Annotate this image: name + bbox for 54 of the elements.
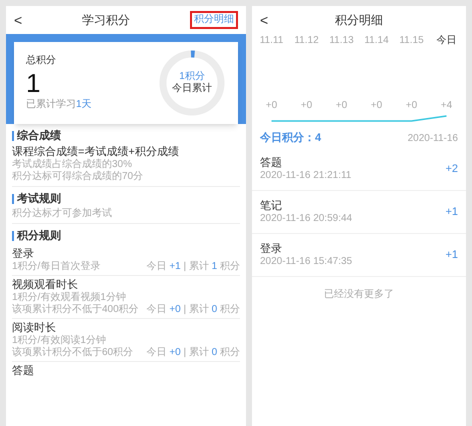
gain-label: +0	[404, 100, 418, 112]
section-title: 积分规则	[17, 229, 61, 243]
section-title: 综合成绩	[17, 129, 61, 143]
date-tab[interactable]: 今日	[429, 34, 464, 48]
gain-label: +0	[300, 100, 314, 112]
record-name: 答题	[260, 156, 283, 170]
date-tab[interactable]: 11.15	[394, 34, 429, 48]
detail-link[interactable]: 积分明细	[190, 11, 238, 29]
back-button[interactable]: <	[14, 13, 22, 27]
record-points: +1	[445, 204, 458, 220]
points-summary: 今日 +0 | 累计 0 积分	[146, 347, 240, 359]
rule-note: 积分达标可得综合成绩的70分	[12, 171, 144, 183]
record-time: 2020-11-16 20:59:44	[260, 213, 352, 225]
rule-note: 该项累计积分不低于400积分	[12, 304, 139, 316]
total-score: 1	[26, 67, 42, 99]
rule-name: 阅读时长	[12, 321, 57, 335]
points-summary: 今日 +1 | 累计 1 积分	[146, 261, 240, 273]
rule-name: 视频观看时长	[12, 278, 79, 292]
rule-note: 该项累计积分不低于60积分	[12, 347, 134, 359]
section-title: 考试规则	[17, 192, 61, 206]
rule-note: 1积分/每日首次登录	[12, 261, 100, 273]
rule-name: 答题	[12, 364, 35, 378]
rule-note: 1积分/有效阅读1分钟	[12, 335, 106, 346]
record-points: +2	[445, 162, 458, 177]
ring-value: 1积分	[179, 71, 205, 82]
end-note: 已经没有更多了	[323, 288, 395, 302]
ring-caption: 今日累计	[172, 83, 212, 95]
gain-label: +0	[334, 100, 348, 112]
page-title: 积分明细	[335, 12, 383, 29]
page-title: 学习积分	[82, 12, 130, 29]
today-points: 今日积分：4	[260, 130, 322, 146]
progress-ring	[158, 49, 226, 117]
gain-label: +0	[264, 100, 278, 112]
rule-name: 登录	[12, 247, 35, 261]
total-label: 总积分	[26, 55, 57, 67]
record-name: 笔记	[260, 199, 283, 213]
gain-label: +4	[440, 100, 454, 112]
study-days-text: 已累计学习1天	[26, 99, 92, 111]
rule-note: 积分达标才可参加考试	[12, 208, 112, 220]
date-text: 2020-11-16	[408, 132, 458, 146]
rule-note: 考试成绩占综合成绩的30%	[12, 159, 132, 170]
date-tab[interactable]: 11.14	[359, 34, 394, 48]
date-tab[interactable]: 11.13	[324, 34, 359, 48]
gain-label: +0	[370, 100, 384, 112]
date-tab[interactable]: 11.11	[254, 34, 289, 48]
record-time: 2020-11-16 21:21:11	[260, 170, 352, 182]
record-points: +1	[445, 248, 458, 263]
points-summary: 今日 +0 | 累计 0 积分	[146, 304, 240, 316]
back-button[interactable]: <	[260, 13, 268, 27]
formula-text: 课程综合成绩=考试成绩+积分成绩	[12, 145, 180, 158]
record-time: 2020-11-16 15:47:35	[260, 256, 352, 268]
date-tab[interactable]: 11.12	[289, 34, 324, 48]
rule-note: 1积分/有效观看视频1分钟	[12, 292, 126, 304]
record-name: 登录	[260, 242, 283, 256]
